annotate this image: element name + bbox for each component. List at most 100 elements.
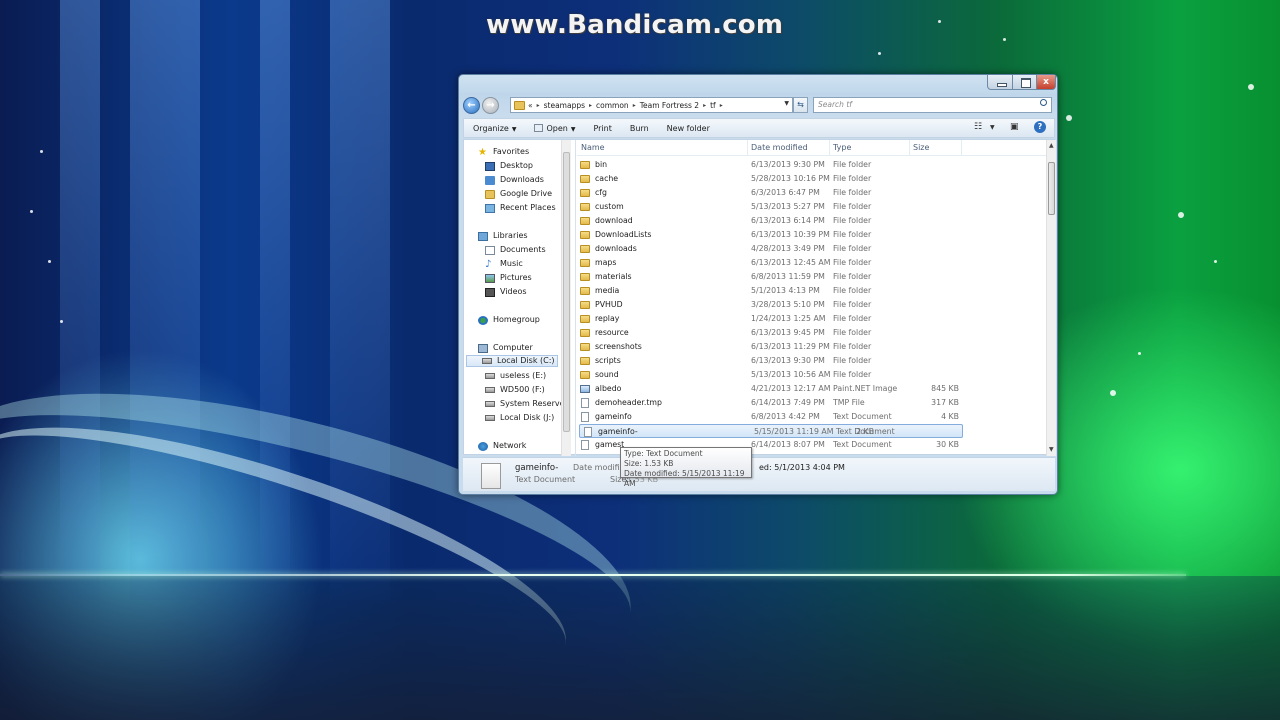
column-type[interactable]: Type [833, 143, 851, 152]
burn-button[interactable]: Burn [621, 124, 658, 133]
explorer-window[interactable]: x ← → « ▸ steamapps ▸ common ▸ Team Fort… [458, 74, 1058, 495]
view-options-icon[interactable]: ☷ [974, 122, 982, 132]
open-button[interactable]: Open ▼ [525, 124, 584, 133]
file-row[interactable]: cache 5/28/2013 10:16 PM File folder [577, 172, 1047, 186]
folder-icon [580, 231, 590, 239]
folder-icon [580, 161, 590, 169]
file-row[interactable]: maps 6/13/2013 12:45 AM File folder [577, 256, 1047, 270]
file-name: sound [595, 370, 619, 379]
scroll-up-icon[interactable]: ▲ [1049, 142, 1054, 149]
file-row[interactable]: cfg 6/3/2013 6:47 PM File folder [577, 186, 1047, 200]
file-row[interactable]: gameinfo 6/8/2013 4:42 PM Text Document 4 K… [577, 410, 1047, 424]
file-name: gameinfo [595, 412, 632, 421]
maximize-button[interactable] [1012, 75, 1037, 90]
chevron-down-icon[interactable]: ▼ [784, 100, 789, 107]
breadcrumb-common[interactable]: common [596, 101, 629, 110]
nav-downloads[interactable]: Downloads [485, 174, 544, 186]
chevron-down-icon[interactable]: ▼ [990, 124, 995, 131]
file-name: maps [595, 258, 617, 267]
file-type: File folder [833, 342, 872, 351]
nav-local-disk-c[interactable]: Local Disk (C:) [466, 355, 558, 367]
column-divider[interactable] [747, 140, 748, 155]
file-row[interactable]: replay 1/24/2013 1:25 AM File folder [577, 312, 1047, 326]
file-row[interactable]: PVHUD 3/28/2013 5:10 PM File folder [577, 298, 1047, 312]
file-row[interactable]: downloads 4/28/2013 3:49 PM File folder [577, 242, 1047, 256]
nav-google-drive[interactable]: Google Drive [485, 188, 552, 200]
nav-homegroup[interactable]: Homegroup [478, 314, 540, 326]
nav-music[interactable]: ♪ Music [485, 258, 523, 270]
file-row[interactable]: materials 6/8/2013 11:59 PM File folder [577, 270, 1047, 284]
file-row[interactable]: demoheader.tmp 6/14/2013 7:49 PM TMP File 3… [577, 396, 1047, 410]
details-file-type: Text Document [515, 475, 576, 484]
file-row[interactable]: sound 5/13/2013 10:56 AM File folder [577, 368, 1047, 382]
breadcrumb-tf[interactable]: tf [710, 101, 716, 110]
back-button[interactable]: ← [463, 97, 480, 114]
preview-pane-icon[interactable]: ▣ [1010, 122, 1019, 132]
print-button[interactable]: Print [584, 124, 620, 133]
close-button[interactable]: x [1036, 75, 1056, 90]
folder-icon [580, 357, 590, 365]
file-list-scroll-thumb[interactable] [1048, 162, 1055, 215]
help-icon[interactable]: ? [1034, 121, 1046, 133]
chevron-down-icon: ▼ [511, 125, 517, 133]
file-date-modified: 6/8/2013 11:59 PM [751, 272, 825, 281]
breadcrumb-overflow[interactable]: « [528, 101, 533, 110]
breadcrumb-separator-icon: ▸ [632, 101, 636, 109]
file-row[interactable]: media 5/1/2013 4:13 PM File folder [577, 284, 1047, 298]
nav-wd500-f[interactable]: WD500 (F:) [485, 384, 545, 396]
nav-recent-places[interactable]: Recent Places [485, 202, 556, 214]
music-note-icon: ♪ [485, 258, 492, 270]
file-row[interactable]: custom 5/13/2013 5:27 PM File folder [577, 200, 1047, 214]
column-size[interactable]: Size [913, 143, 929, 152]
column-divider[interactable] [829, 140, 830, 155]
nav-local-disk-j[interactable]: Local Disk (J:) [485, 412, 554, 424]
nav-videos[interactable]: Videos [485, 286, 527, 298]
nav-pictures[interactable]: Pictures [485, 272, 532, 284]
sidebar-scroll-thumb[interactable] [563, 152, 570, 432]
file-row[interactable]: gameinfo- 5/15/2013 11:19 AM Text Document… [579, 424, 963, 438]
sparkle [938, 20, 941, 23]
file-row[interactable]: scripts 6/13/2013 9:30 PM File folder [577, 354, 1047, 368]
sparkle [878, 52, 881, 55]
new-folder-button[interactable]: New folder [658, 124, 719, 133]
file-list: Name Date modified Type Size bin 6/13/201… [577, 140, 1056, 456]
column-divider[interactable] [961, 140, 962, 155]
scroll-down-icon[interactable]: ▼ [1049, 446, 1054, 453]
nav-desktop[interactable]: Desktop [485, 160, 533, 172]
file-row[interactable]: DownloadLists 6/13/2013 10:39 PM File fold… [577, 228, 1047, 242]
nav-documents[interactable]: Documents [485, 244, 546, 256]
search-icon[interactable] [1040, 99, 1047, 106]
column-divider[interactable] [909, 140, 910, 155]
file-row[interactable]: screenshots 6/13/2013 11:29 PM File folder [577, 340, 1047, 354]
nav-computer[interactable]: Computer [478, 342, 533, 354]
column-date-modified[interactable]: Date modified [751, 143, 808, 152]
column-name[interactable]: Name [581, 143, 605, 152]
drive-icon [482, 358, 492, 364]
file-type: File folder [833, 370, 872, 379]
address-bar[interactable]: « ▸ steamapps ▸ common ▸ Team Fortress 2… [510, 97, 793, 113]
sidebar-scrollbar[interactable] [561, 140, 571, 456]
nav-network[interactable]: Network [478, 440, 526, 452]
folder-icon [580, 273, 590, 281]
nav-libraries[interactable]: Libraries [478, 230, 528, 242]
forward-button[interactable]: → [482, 97, 499, 114]
folder-icon [580, 259, 590, 267]
organize-button[interactable]: Organize ▼ [464, 124, 525, 133]
search-input[interactable]: Search tf [813, 97, 1052, 113]
file-row[interactable]: bin 6/13/2013 9:30 PM File folder [577, 158, 1047, 172]
file-list-scrollbar[interactable]: ▲ ▼ [1046, 140, 1056, 456]
nav-useless-e[interactable]: useless (E:) [485, 370, 546, 382]
breadcrumb-steamapps[interactable]: steamapps [544, 101, 585, 110]
nav-system-reserved[interactable]: System Reserved [485, 398, 570, 410]
file-row[interactable]: albedo 4/21/2013 12:17 AM Paint.NET Image 8… [577, 382, 1047, 396]
folder-icon [580, 245, 590, 253]
file-row[interactable]: download 6/13/2013 6:14 PM File folder [577, 214, 1047, 228]
refresh-button[interactable]: ⇆ [793, 97, 808, 113]
minimize-button[interactable] [987, 75, 1013, 90]
file-date-modified: 6/3/2013 6:47 PM [751, 188, 820, 197]
file-row[interactable]: resource 6/13/2013 9:45 PM File folder [577, 326, 1047, 340]
tooltip-date: Date modified: 5/15/2013 11:19 AM [624, 469, 745, 488]
nav-favorites[interactable]: ★ Favorites [478, 146, 529, 158]
file-type: File folder [833, 258, 872, 267]
breadcrumb-team-fortress-2[interactable]: Team Fortress 2 [640, 101, 699, 110]
